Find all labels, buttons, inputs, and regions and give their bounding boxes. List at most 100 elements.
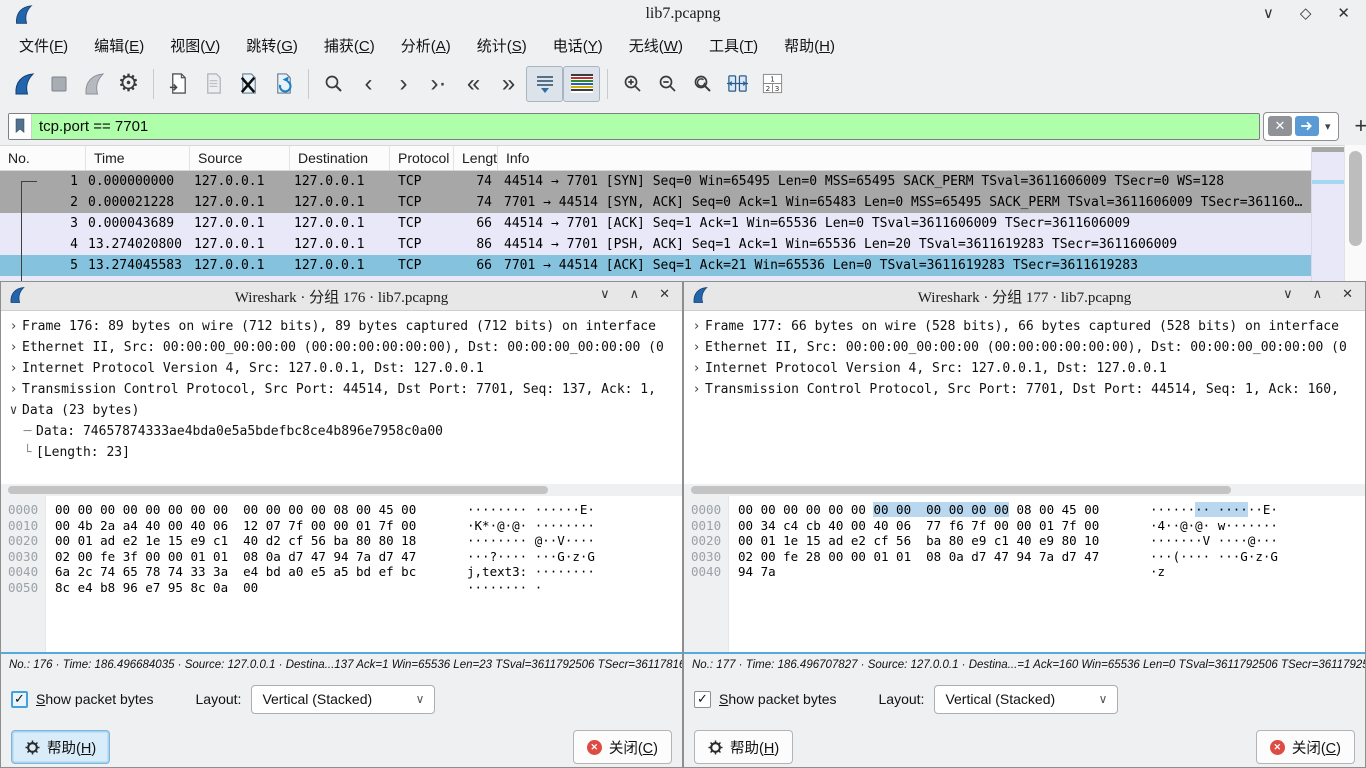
layout-select[interactable]: Vertical (Stacked) ∨ xyxy=(934,685,1118,714)
bookmark-icon[interactable] xyxy=(9,114,32,139)
hex-row[interactable]: 000000 00 00 00 00 00 00 00 00 00 00 00 … xyxy=(684,502,1365,518)
tree-row[interactable]: ›Internet Protocol Version 4, Src: 127.0… xyxy=(688,358,1365,379)
column-header-protocol[interactable]: Protocol xyxy=(390,146,454,170)
tree-row[interactable]: ›Ethernet II, Src: 00:00:00_00:00:00 (00… xyxy=(688,337,1365,358)
dialog-minimize-button[interactable]: ∨ xyxy=(1283,286,1293,302)
go-to-packet-icon[interactable]: ›· xyxy=(421,67,456,101)
hex-row[interactable]: 00508c e4 b8 96 e7 95 8c 0a 00········ · xyxy=(1,580,682,596)
close-button[interactable]: ✕ 关闭(C) xyxy=(1256,730,1355,764)
tree-hscrollbar[interactable] xyxy=(684,484,1365,496)
hex-row[interactable]: 003002 00 fe 28 00 00 01 01 08 0a d7 47 … xyxy=(684,549,1365,565)
menu-analyze[interactable]: 分析(A) xyxy=(388,31,464,60)
column-header-destination[interactable]: Destination xyxy=(290,146,390,170)
auto-scroll-icon[interactable] xyxy=(526,66,563,102)
column-header-no[interactable]: No. xyxy=(0,146,86,170)
menu-view[interactable]: 视图(V) xyxy=(157,31,233,60)
tree-row[interactable]: └[Length: 23] xyxy=(5,442,682,463)
reload-file-icon[interactable] xyxy=(266,67,301,101)
tree-row[interactable]: ›Internet Protocol Version 4, Src: 127.0… xyxy=(5,358,682,379)
window-maximize-button[interactable]: ◇ xyxy=(1300,4,1312,22)
layout-select[interactable]: Vertical (Stacked) ∨ xyxy=(251,685,435,714)
tree-row[interactable]: ›Frame 176: 89 bytes on wire (712 bits),… xyxy=(5,316,682,337)
menu-tools[interactable]: 工具(T) xyxy=(696,31,771,60)
start-capture-icon[interactable] xyxy=(6,67,41,101)
show-packet-bytes-checkbox[interactable]: ✓ xyxy=(694,691,711,708)
tree-row[interactable]: ›Transmission Control Protocol, Src Port… xyxy=(688,379,1365,400)
scrollbar-thumb[interactable] xyxy=(1349,151,1362,246)
stop-capture-icon[interactable] xyxy=(41,67,76,101)
help-button[interactable]: 帮助(H) xyxy=(694,730,793,764)
column-header-info[interactable]: Info xyxy=(498,146,1346,170)
hscrollbar-thumb[interactable] xyxy=(8,486,548,494)
colorize-icon[interactable] xyxy=(563,66,600,102)
expander-icon[interactable]: › xyxy=(5,379,22,400)
menu-help[interactable]: 帮助(H) xyxy=(771,31,848,60)
dialog-minimize-button[interactable]: ∨ xyxy=(600,286,610,302)
zoom-in-icon[interactable] xyxy=(615,67,650,101)
tree-row[interactable]: ∨Data (23 bytes) xyxy=(5,400,682,421)
menu-capture[interactable]: 捕获(C) xyxy=(311,31,388,60)
column-header-length[interactable]: Length xyxy=(454,146,498,170)
menu-file[interactable]: 文件(F) xyxy=(6,31,81,60)
show-packet-bytes-checkbox[interactable]: ✓ xyxy=(11,691,28,708)
tree-row[interactable]: ›Ethernet II, Src: 00:00:00_00:00:00 (00… xyxy=(5,337,682,358)
tree-row[interactable]: ─Data: 74657874333ae4bda0e5a5bdefbc8ce4b… xyxy=(5,421,682,442)
packet-row[interactable]: 513.274045583127.0.0.1127.0.0.1TCP667701… xyxy=(0,255,1311,276)
expander-icon[interactable]: › xyxy=(688,379,705,400)
hex-row[interactable]: 002000 01 ad e2 1e 15 e9 c1 40 d2 cf 56 … xyxy=(1,533,682,549)
packet-row[interactable]: 10.000000000127.0.0.1127.0.0.1TCP7444514… xyxy=(0,171,1311,192)
menu-statistics[interactable]: 统计(S) xyxy=(464,31,540,60)
dialog-close-button[interactable]: ✕ xyxy=(1342,286,1353,302)
zoom-reset-icon[interactable] xyxy=(685,67,720,101)
add-filter-button[interactable]: + xyxy=(1355,113,1366,139)
help-button[interactable]: 帮助(H) xyxy=(11,730,110,764)
hex-row[interactable]: 004094 7a·z xyxy=(684,564,1365,580)
packet-row[interactable]: 30.000043689127.0.0.1127.0.0.1TCP6644514… xyxy=(0,213,1311,234)
first-packet-icon[interactable]: « xyxy=(456,67,491,101)
tree-row[interactable]: ›Transmission Control Protocol, Src Port… xyxy=(5,379,682,400)
resize-columns-icon[interactable] xyxy=(720,67,755,101)
packet-row[interactable]: 20.000021228127.0.0.1127.0.0.1TCP747701 … xyxy=(0,192,1311,213)
menu-telephony[interactable]: 电话(Y) xyxy=(540,31,616,60)
hex-row[interactable]: 00406a 2c 74 65 78 74 33 3a e4 bd a0 e5 … xyxy=(1,564,682,580)
hex-row[interactable]: 003002 00 fe 3f 00 00 01 01 08 0a d7 47 … xyxy=(1,549,682,565)
go-back-icon[interactable]: ‹ xyxy=(351,67,386,101)
column-header-source[interactable]: Source xyxy=(190,146,290,170)
hex-row[interactable]: 001000 34 c4 cb 40 00 40 06 77 f6 7f 00 … xyxy=(684,518,1365,534)
packet-list-scrollbar[interactable] xyxy=(1344,145,1366,281)
expander-icon[interactable]: › xyxy=(5,358,22,379)
hex-row[interactable]: 000000 00 00 00 00 00 00 00 00 00 00 00 … xyxy=(1,502,682,518)
expander-icon[interactable]: › xyxy=(688,337,705,358)
close-file-icon[interactable] xyxy=(231,67,266,101)
find-packet-icon[interactable] xyxy=(316,67,351,101)
window-close-button[interactable]: ✕ xyxy=(1337,4,1350,22)
expander-icon[interactable]: › xyxy=(5,316,22,337)
expander-icon[interactable]: › xyxy=(688,358,705,379)
clear-filter-button[interactable]: ✕ xyxy=(1268,116,1292,136)
filter-dropdown-caret[interactable]: ▾ xyxy=(1322,120,1334,133)
zoom-out-icon[interactable] xyxy=(650,67,685,101)
menu-wireless[interactable]: 无线(W) xyxy=(616,31,696,60)
hex-row[interactable]: 001000 4b 2a a4 40 00 40 06 12 07 7f 00 … xyxy=(1,518,682,534)
open-file-icon[interactable] xyxy=(161,67,196,101)
tree-row[interactable]: ›Frame 177: 66 bytes on wire (528 bits),… xyxy=(688,316,1365,337)
hex-row[interactable]: 002000 01 1e 15 ad e2 cf 56 ba 80 e9 c1 … xyxy=(684,533,1365,549)
restart-capture-icon[interactable] xyxy=(76,67,111,101)
number-columns-icon[interactable]: 123 xyxy=(755,67,790,101)
packet-list-minimap[interactable] xyxy=(1311,147,1344,281)
dialog-maximize-button[interactable]: ∧ xyxy=(1313,286,1323,302)
last-packet-icon[interactable]: » xyxy=(491,67,526,101)
expander-icon[interactable]: › xyxy=(688,316,705,337)
dialog-maximize-button[interactable]: ∧ xyxy=(630,286,640,302)
expander-icon[interactable]: ∨ xyxy=(5,400,22,421)
expander-icon[interactable]: › xyxy=(5,337,22,358)
menu-go[interactable]: 跳转(G) xyxy=(233,31,311,60)
apply-filter-button[interactable] xyxy=(1295,116,1319,136)
menu-edit[interactable]: 编辑(E) xyxy=(81,31,157,60)
tree-hscrollbar[interactable] xyxy=(1,484,682,496)
close-button[interactable]: ✕ 关闭(C) xyxy=(573,730,672,764)
capture-options-icon[interactable]: ⚙ xyxy=(111,67,146,101)
filter-input[interactable]: tcp.port == 7701 xyxy=(8,113,1260,140)
column-header-time[interactable]: Time xyxy=(86,146,190,170)
packet-row[interactable]: 413.274020800127.0.0.1127.0.0.1TCP864451… xyxy=(0,234,1311,255)
